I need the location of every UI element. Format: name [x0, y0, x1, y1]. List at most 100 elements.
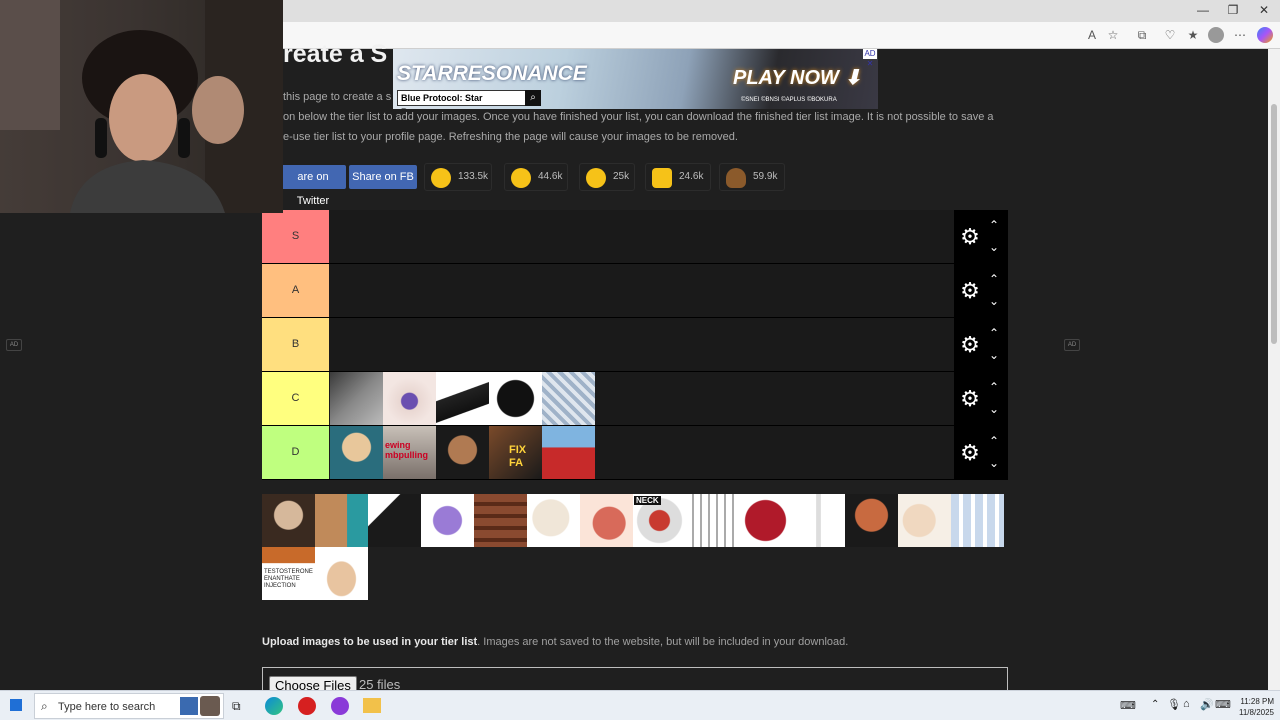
close-window-button[interactable]: ✕	[1249, 3, 1279, 17]
pool-image[interactable]	[368, 494, 421, 547]
keyboard-icon[interactable]: ⌨	[1215, 698, 1231, 711]
pool-image[interactable]	[898, 494, 951, 547]
ad-play-now-button[interactable]: PLAY NOW ⬇	[733, 65, 861, 90]
page-scrollbar[interactable]	[1268, 49, 1280, 690]
pool-image[interactable]	[421, 494, 474, 547]
favorite-star-icon[interactable]: ☆	[1105, 27, 1121, 43]
browser-essentials-icon[interactable]: ♡	[1162, 27, 1178, 43]
pool-image[interactable]	[792, 494, 845, 547]
pool-image[interactable]	[527, 494, 580, 547]
gear-icon[interactable]: ⚙	[959, 442, 981, 464]
pool-image[interactable]	[262, 494, 315, 547]
reaction-button[interactable]: 24.6k	[645, 163, 711, 191]
face	[109, 74, 177, 162]
move-down-icon[interactable]: ⌄	[986, 294, 1002, 308]
reaction-count: 44.6k	[538, 171, 563, 182]
reaction-button[interactable]: 133.5k	[424, 163, 492, 191]
move-down-icon[interactable]: ⌄	[986, 456, 1002, 470]
tray-chevron-icon[interactable]: ⌃	[1151, 699, 1159, 710]
gear-icon[interactable]: ⚙	[959, 334, 981, 356]
copilot-icon[interactable]	[1257, 27, 1273, 43]
move-up-icon[interactable]: ⌃	[986, 326, 1002, 340]
keyboard-layout-icon[interactable]: ⌨	[1120, 699, 1136, 712]
wall-poster	[0, 0, 60, 130]
edge-icon[interactable]	[265, 697, 283, 715]
pool-image[interactable]	[580, 494, 633, 547]
file-explorer-icon[interactable]	[363, 698, 381, 713]
tier-image[interactable]	[330, 372, 383, 425]
tier-image[interactable]	[542, 372, 595, 425]
minimize-button[interactable]: —	[1188, 3, 1218, 17]
tier-label-d[interactable]: D	[262, 426, 329, 479]
reaction-count: 24.6k	[679, 171, 704, 182]
tier-image[interactable]: FIX FA	[489, 426, 542, 479]
restore-button[interactable]: ❐	[1218, 3, 1248, 17]
clock-time[interactable]: 11:28 PM	[1230, 697, 1274, 706]
gear-icon[interactable]: ⚙	[959, 388, 981, 410]
ad-tag-right[interactable]: AD	[1064, 339, 1080, 351]
pool-image[interactable]	[951, 494, 1004, 547]
read-aloud-icon[interactable]: A	[1084, 27, 1100, 43]
taskbar-search-placeholder: Type here to search	[58, 701, 156, 713]
pool-image[interactable]	[739, 494, 792, 547]
tier-label-a[interactable]: A	[262, 264, 329, 317]
image-pool: NECK TESTOSTERONE ENANTHATE INJECTION	[262, 494, 1008, 600]
pool-image[interactable]: TESTOSTERONE ENANTHATE INJECTION	[262, 547, 315, 600]
tier-image[interactable]	[330, 426, 383, 479]
pool-image[interactable]	[474, 494, 527, 547]
clock-date[interactable]: 11/8/2025	[1230, 708, 1274, 717]
profile-avatar-icon[interactable]	[1208, 27, 1224, 43]
gear-icon[interactable]: ⚙	[959, 280, 981, 302]
move-up-icon[interactable]: ⌃	[986, 380, 1002, 394]
ad-search-icon[interactable]: ⌕	[525, 90, 541, 106]
pool-image[interactable]	[315, 494, 368, 547]
taskbar-search[interactable]: ⌕ Type here to search	[34, 693, 224, 719]
move-up-icon[interactable]: ⌃	[986, 272, 1002, 286]
app-icon-red[interactable]	[298, 697, 316, 715]
upload-instructions: Upload images to be used in your tier li…	[262, 636, 848, 648]
pool-image[interactable]: NECK	[633, 494, 686, 547]
microphone-icon[interactable]: 🎙	[1167, 698, 1181, 711]
upload-bold: Upload images to be used in your tier li…	[262, 636, 478, 648]
pool-image[interactable]	[686, 494, 739, 547]
tier-image[interactable]	[436, 372, 489, 425]
tier-label-c[interactable]: C	[262, 372, 329, 425]
pool-image[interactable]	[315, 547, 368, 600]
scrollbar-thumb[interactable]	[1271, 104, 1277, 344]
ad-close-icon[interactable]: AD ✕	[863, 49, 877, 68]
app-icon-purple[interactable]	[331, 697, 349, 715]
tier-label-s[interactable]: S	[262, 210, 329, 263]
share-fb-button[interactable]: Share on FB	[349, 165, 417, 189]
tier-image[interactable]	[542, 426, 595, 479]
tier-image[interactable]	[436, 426, 489, 479]
image-caption: TESTOSTERONE ENANTHATE INJECTION	[264, 569, 313, 589]
description-line: e-use tier list to your profile page. Re…	[283, 131, 738, 143]
gear-icon[interactable]: ⚙	[959, 226, 981, 248]
ad-search-box[interactable]: Blue Protocol: Star Resonance	[397, 90, 529, 109]
windows-start-icon[interactable]	[10, 699, 22, 711]
share-twitter-button[interactable]: are on Twitter	[280, 165, 346, 207]
network-icon[interactable]: ⌂	[1183, 698, 1190, 710]
tier-image[interactable]: ewing mbpulling	[383, 426, 436, 479]
tier-label-b[interactable]: B	[262, 318, 329, 371]
task-view-icon[interactable]: ⧉	[232, 699, 241, 714]
reaction-button[interactable]: 25k	[579, 163, 635, 191]
move-up-icon[interactable]: ⌃	[986, 434, 1002, 448]
volume-icon[interactable]: 🔊	[1200, 698, 1214, 711]
laughing-emoji-icon	[586, 168, 606, 188]
move-down-icon[interactable]: ⌄	[986, 348, 1002, 362]
tier-image[interactable]	[489, 372, 542, 425]
reaction-button[interactable]: 59.9k	[719, 163, 785, 191]
move-up-icon[interactable]: ⌃	[986, 218, 1002, 232]
pool-image[interactable]	[845, 494, 898, 547]
ad-banner[interactable]: STARRESONANCE Blue Protocol: Star Resona…	[393, 49, 878, 109]
reaction-button[interactable]: 44.6k	[504, 163, 568, 191]
move-down-icon[interactable]: ⌄	[986, 240, 1002, 254]
extensions-icon[interactable]: ⧉	[1134, 27, 1150, 43]
more-menu-icon[interactable]: ⋯	[1232, 27, 1248, 43]
tier-image[interactable]	[383, 372, 436, 425]
favorites-icon[interactable]: ★	[1185, 27, 1201, 43]
ad-tag-left[interactable]: AD	[6, 339, 22, 351]
tier-controls: ⚙ ⌃ ⌄	[954, 210, 1008, 264]
move-down-icon[interactable]: ⌄	[986, 402, 1002, 416]
